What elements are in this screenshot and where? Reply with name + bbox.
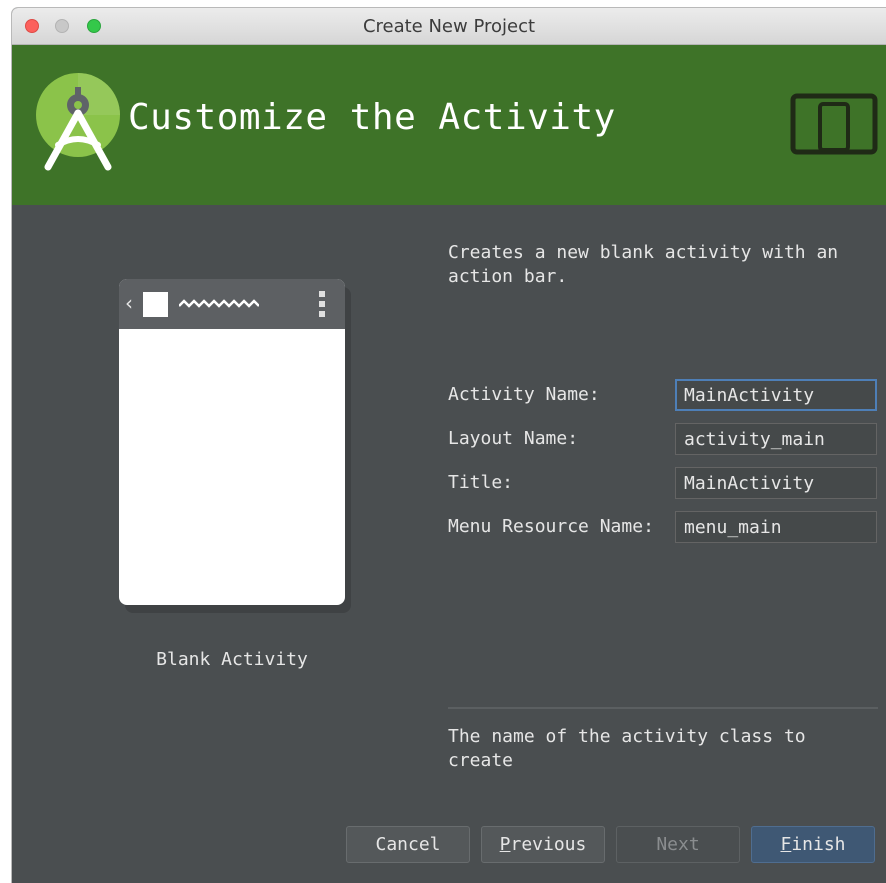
previous-mnemonic: P: [499, 834, 511, 855]
layout-name-input[interactable]: [675, 423, 877, 455]
menu-resource-name-input[interactable]: [675, 511, 877, 543]
finish-mnemonic: F: [780, 834, 792, 855]
previous-label-rest: revious: [510, 834, 587, 855]
divider: [448, 707, 878, 709]
header-banner: Customize the Activity: [12, 45, 886, 205]
activity-template-preview: ‹: [119, 279, 345, 605]
preview-action-bar: ‹: [119, 279, 345, 329]
window-title: Create New Project: [362, 16, 536, 37]
title-input[interactable]: [675, 467, 877, 499]
activity-name-label: Activity Name:: [448, 384, 600, 405]
finish-label-rest: inish: [791, 834, 846, 855]
layout-name-label: Layout Name:: [448, 428, 579, 449]
create-project-dialog: Create New Project Customize the Activit…: [12, 8, 886, 883]
template-description: Creates a new blank activity with an act…: [448, 242, 839, 287]
overflow-menu-icon: [319, 291, 325, 317]
previous-button[interactable]: Previous: [481, 826, 605, 863]
field-help-text: The name of the activity class to create: [448, 726, 806, 771]
android-studio-logo-icon: [36, 73, 120, 171]
next-button[interactable]: Next: [616, 826, 740, 863]
app-icon-placeholder-icon: [143, 292, 168, 317]
activity-name-input[interactable]: [675, 379, 877, 411]
title-squiggle-icon: [179, 299, 259, 308]
menu-resource-name-label: Menu Resource Name:: [448, 516, 654, 537]
title-label: Title:: [448, 472, 514, 493]
template-name: Blank Activity: [156, 649, 308, 670]
back-chevron-icon: ‹: [125, 291, 133, 315]
finish-button[interactable]: Finish: [751, 826, 875, 863]
page-title: Customize the Activity: [128, 97, 616, 138]
cancel-button[interactable]: Cancel: [346, 826, 470, 863]
title-bar: Create New Project: [12, 8, 886, 45]
phone-tablet-icon: [790, 93, 878, 155]
